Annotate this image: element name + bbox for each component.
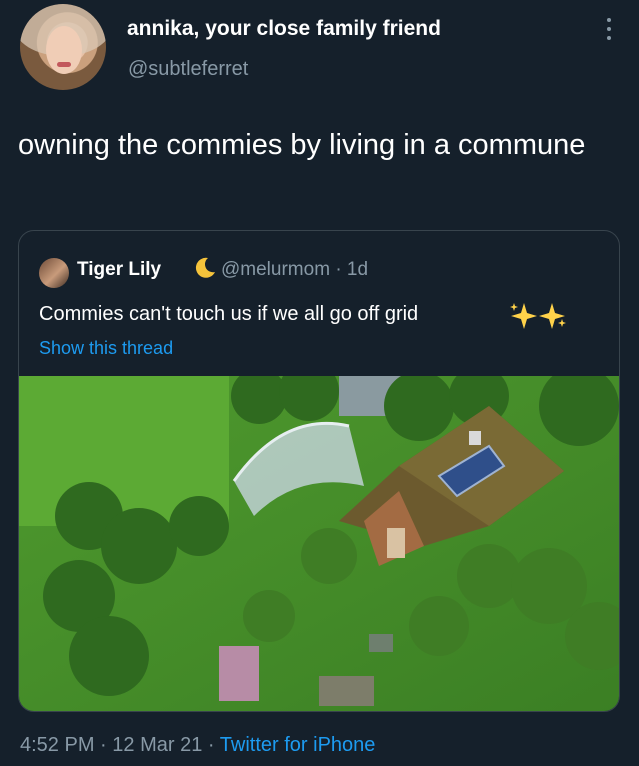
tweet-text: owning the commies by living in a commun… bbox=[18, 129, 586, 161]
quoted-author-name: Tiger Lily bbox=[77, 259, 162, 280]
crescent-moon-icon bbox=[195, 257, 215, 278]
more-options-icon[interactable] bbox=[605, 18, 613, 50]
quoted-tweet[interactable]: Tiger Lily @melurmom · 1d Commies can't … bbox=[18, 230, 620, 712]
tweet-meta: 4:52 PM · 12 Mar 21 · Twitter for iPhone bbox=[20, 734, 375, 757]
meta-separator: · bbox=[207, 734, 215, 756]
tweet-source-link[interactable]: Twitter for iPhone bbox=[220, 734, 376, 756]
quoted-author-avatar[interactable] bbox=[39, 258, 69, 288]
tweet-time: 4:52 PM bbox=[20, 734, 95, 756]
quoted-tweet-text: Commies can't touch us if we all go off … bbox=[39, 303, 419, 325]
author-name[interactable]: annika, your close family friend bbox=[127, 17, 441, 41]
meta-separator: · bbox=[100, 734, 107, 756]
author-avatar[interactable] bbox=[20, 4, 106, 90]
avatar-lips bbox=[57, 62, 71, 67]
tweet-date: 12 Mar 21 bbox=[112, 734, 203, 756]
sparkles-icon bbox=[510, 303, 566, 329]
show-thread-link[interactable]: Show this thread bbox=[39, 338, 173, 359]
quoted-author-handle: @melurmom · 1d bbox=[221, 259, 369, 280]
author-handle[interactable]: @subtleferret bbox=[128, 58, 248, 81]
quoted-tweet-photo[interactable] bbox=[19, 376, 619, 712]
